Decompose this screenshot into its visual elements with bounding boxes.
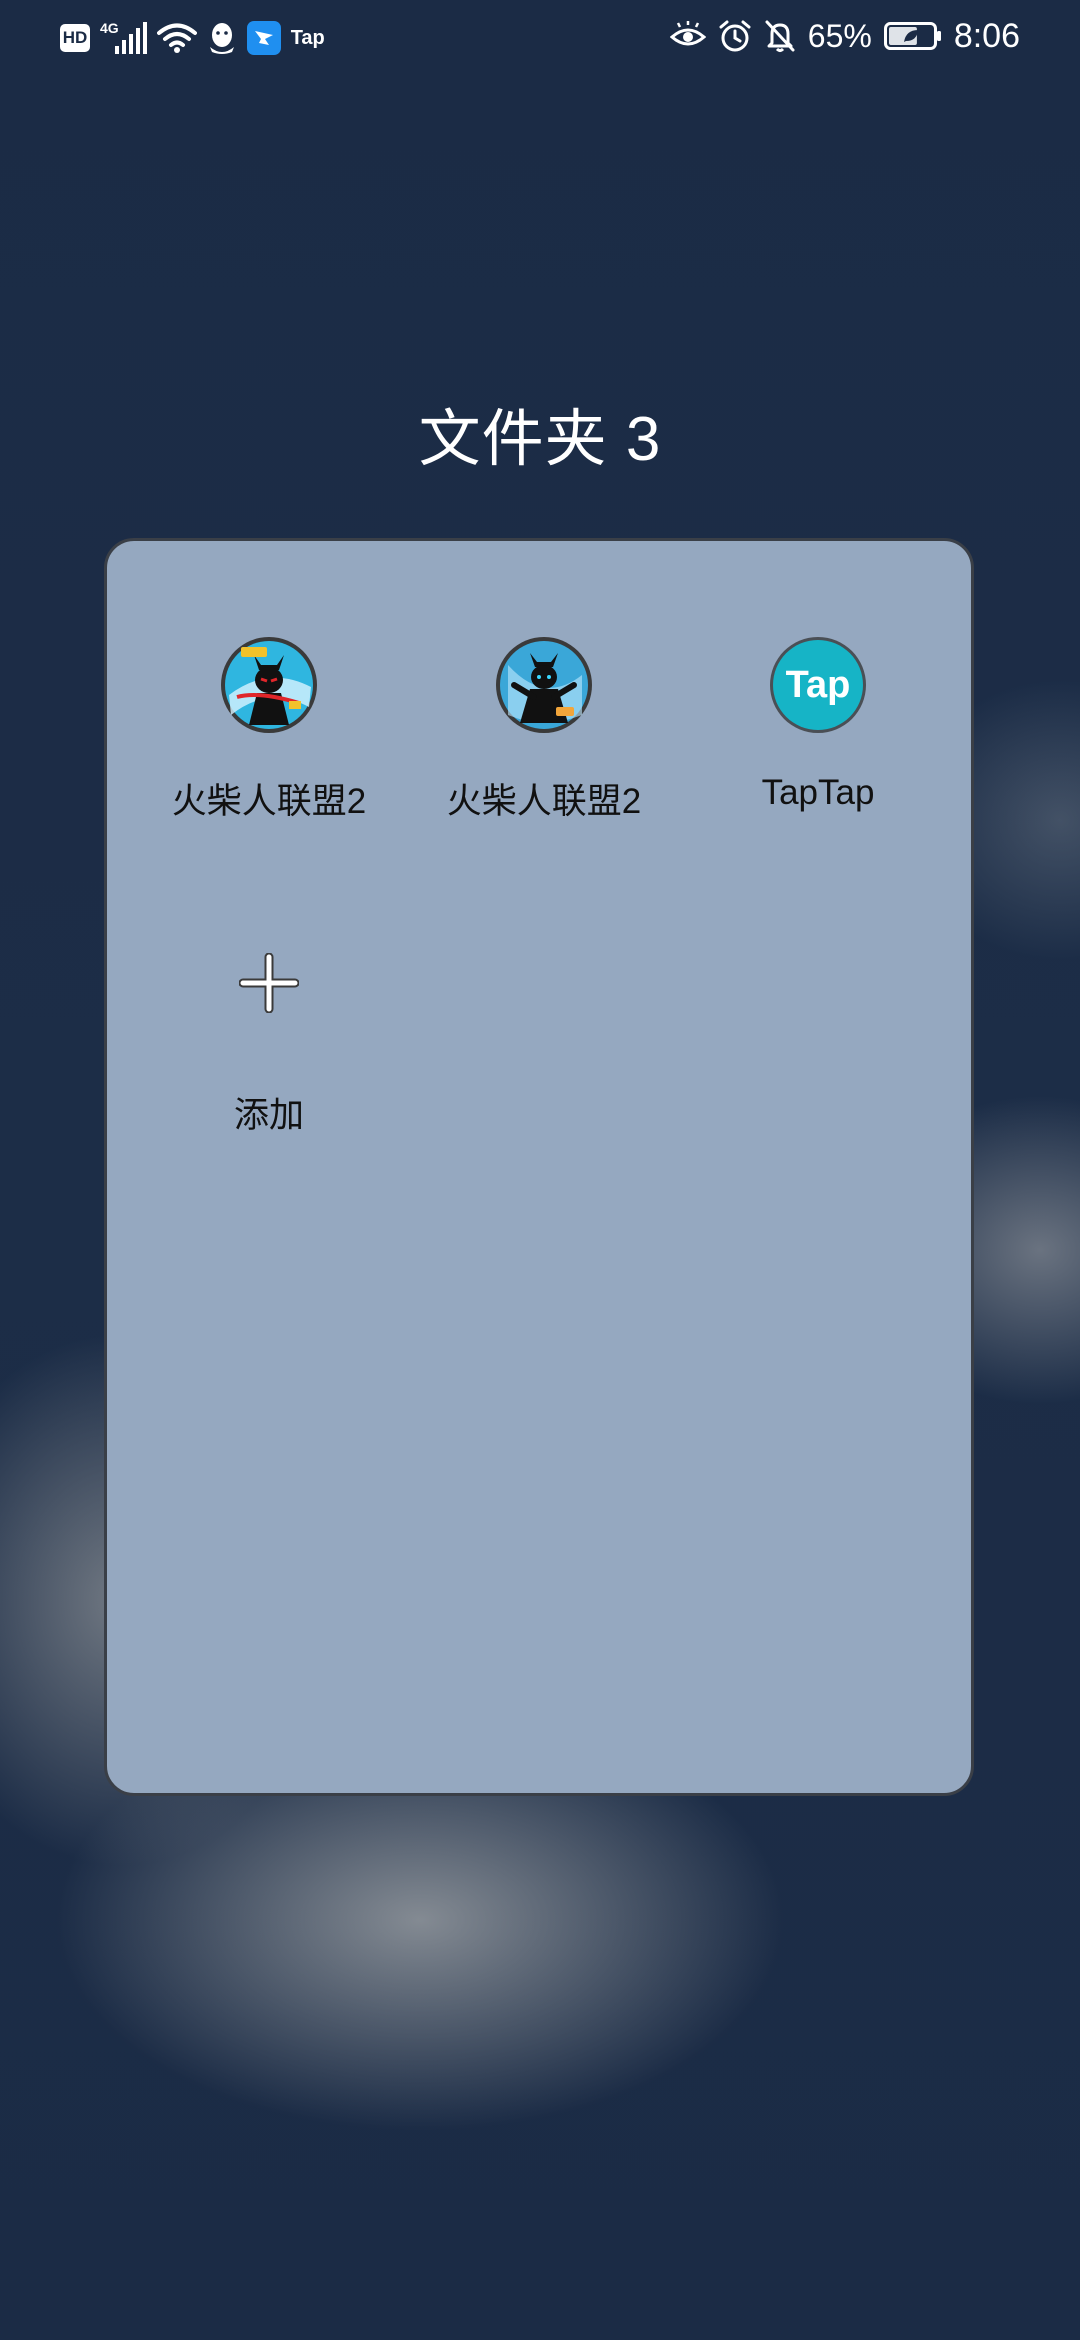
battery-percent: 65% bbox=[807, 17, 872, 54]
app-stickman-league-2[interactable]: 火柴人联盟2 bbox=[149, 635, 389, 824]
battery-saver-icon bbox=[883, 22, 942, 50]
taptap-status-icon: Tap bbox=[290, 26, 325, 49]
status-bar: HD 4G Tap 65% 8:06 bbox=[0, 0, 1080, 74]
cellular-signal-icon: 4G bbox=[100, 20, 147, 54]
hd-voice-icon: HD bbox=[60, 24, 90, 52]
dingtalk-icon bbox=[246, 21, 281, 55]
add-label: 添加 bbox=[233, 1096, 304, 1135]
folder-title[interactable]: 文件夹 3 bbox=[0, 388, 1080, 478]
network-type-label: 4G bbox=[100, 20, 119, 36]
taptap-icon[interactable]: Tap bbox=[768, 635, 868, 735]
folder-panel: 火柴人联盟2 火柴人联盟2 Tap TapTap 添加 bbox=[104, 538, 974, 1796]
app-label: TapTap bbox=[761, 773, 875, 812]
app-taptap[interactable]: Tap TapTap bbox=[698, 635, 938, 813]
add-app-button[interactable]: 添加 bbox=[149, 933, 389, 1138]
eye-comfort-icon bbox=[669, 21, 706, 51]
app-label: 火柴人联盟2 bbox=[446, 782, 642, 821]
clock: 8:06 bbox=[953, 16, 1020, 55]
app-label: 火柴人联盟2 bbox=[171, 782, 367, 821]
app-stickman-league-2-second[interactable]: 火柴人联盟2 bbox=[424, 635, 664, 824]
wifi-icon bbox=[156, 22, 197, 54]
silent-bell-icon bbox=[764, 19, 796, 53]
stickman-league-2-icon[interactable] bbox=[219, 635, 319, 735]
plus-icon[interactable] bbox=[219, 933, 319, 1033]
taptap-icon-text: Tap bbox=[786, 664, 851, 706]
alarm-icon bbox=[718, 19, 752, 53]
qq-icon bbox=[207, 21, 237, 55]
stickman-league-2-alt-icon[interactable] bbox=[494, 635, 594, 735]
